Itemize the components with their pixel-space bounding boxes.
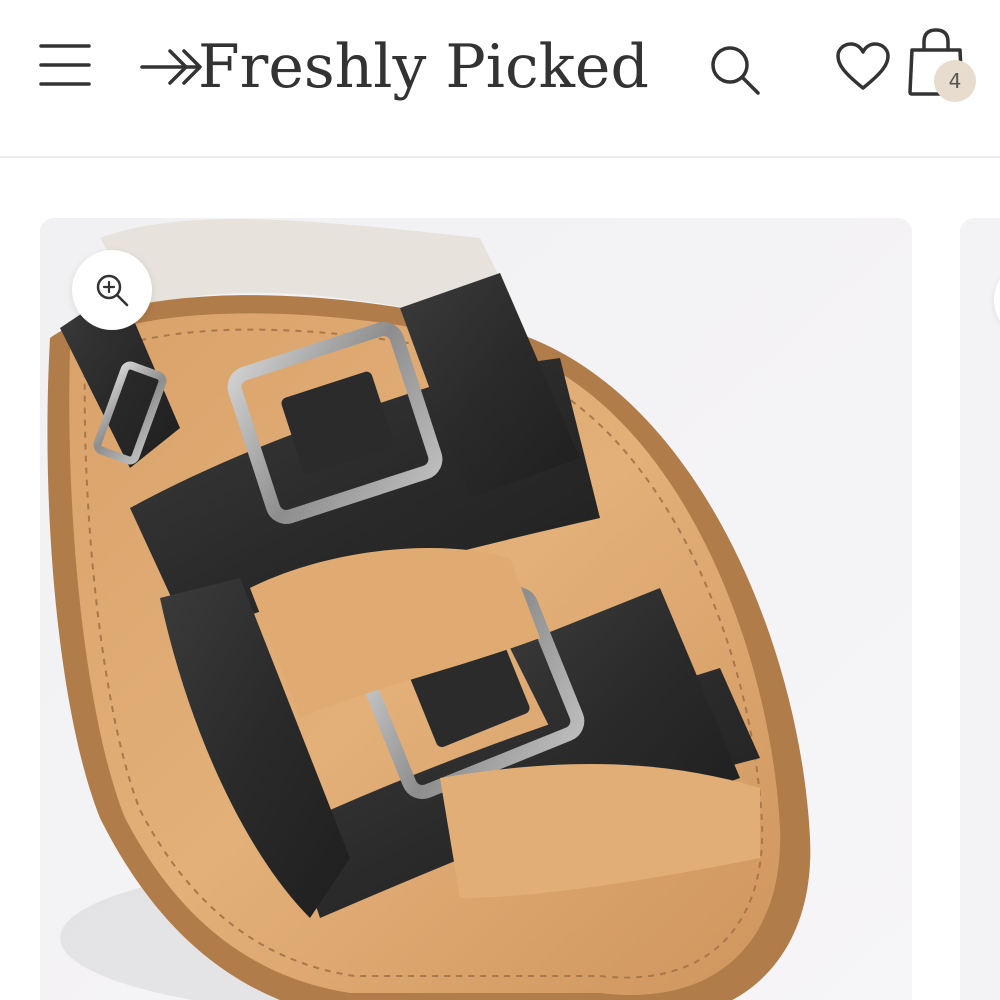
- wishlist-button[interactable]: [828, 32, 898, 102]
- cart-button[interactable]: 4: [898, 20, 988, 110]
- product-image: [40, 218, 912, 1000]
- zoom-in-icon: [96, 274, 129, 307]
- brand-name: Freshly Picked: [198, 32, 649, 102]
- product-gallery[interactable]: [0, 158, 1000, 1000]
- brand-logo[interactable]: Freshly Picked: [140, 22, 649, 112]
- search-icon: [711, 46, 760, 95]
- cart-count-badge: 4: [934, 60, 976, 102]
- menu-button[interactable]: [30, 30, 100, 100]
- zoom-button[interactable]: [72, 250, 152, 330]
- site-header: Freshly Picked 4: [0, 0, 1000, 158]
- hamburger-menu-icon: [39, 44, 91, 86]
- heart-icon: [836, 42, 890, 90]
- search-button[interactable]: [700, 35, 770, 105]
- next-product-image-card[interactable]: [960, 218, 1000, 1000]
- product-image-card[interactable]: [40, 218, 912, 1000]
- double-arrow-icon: [140, 49, 202, 85]
